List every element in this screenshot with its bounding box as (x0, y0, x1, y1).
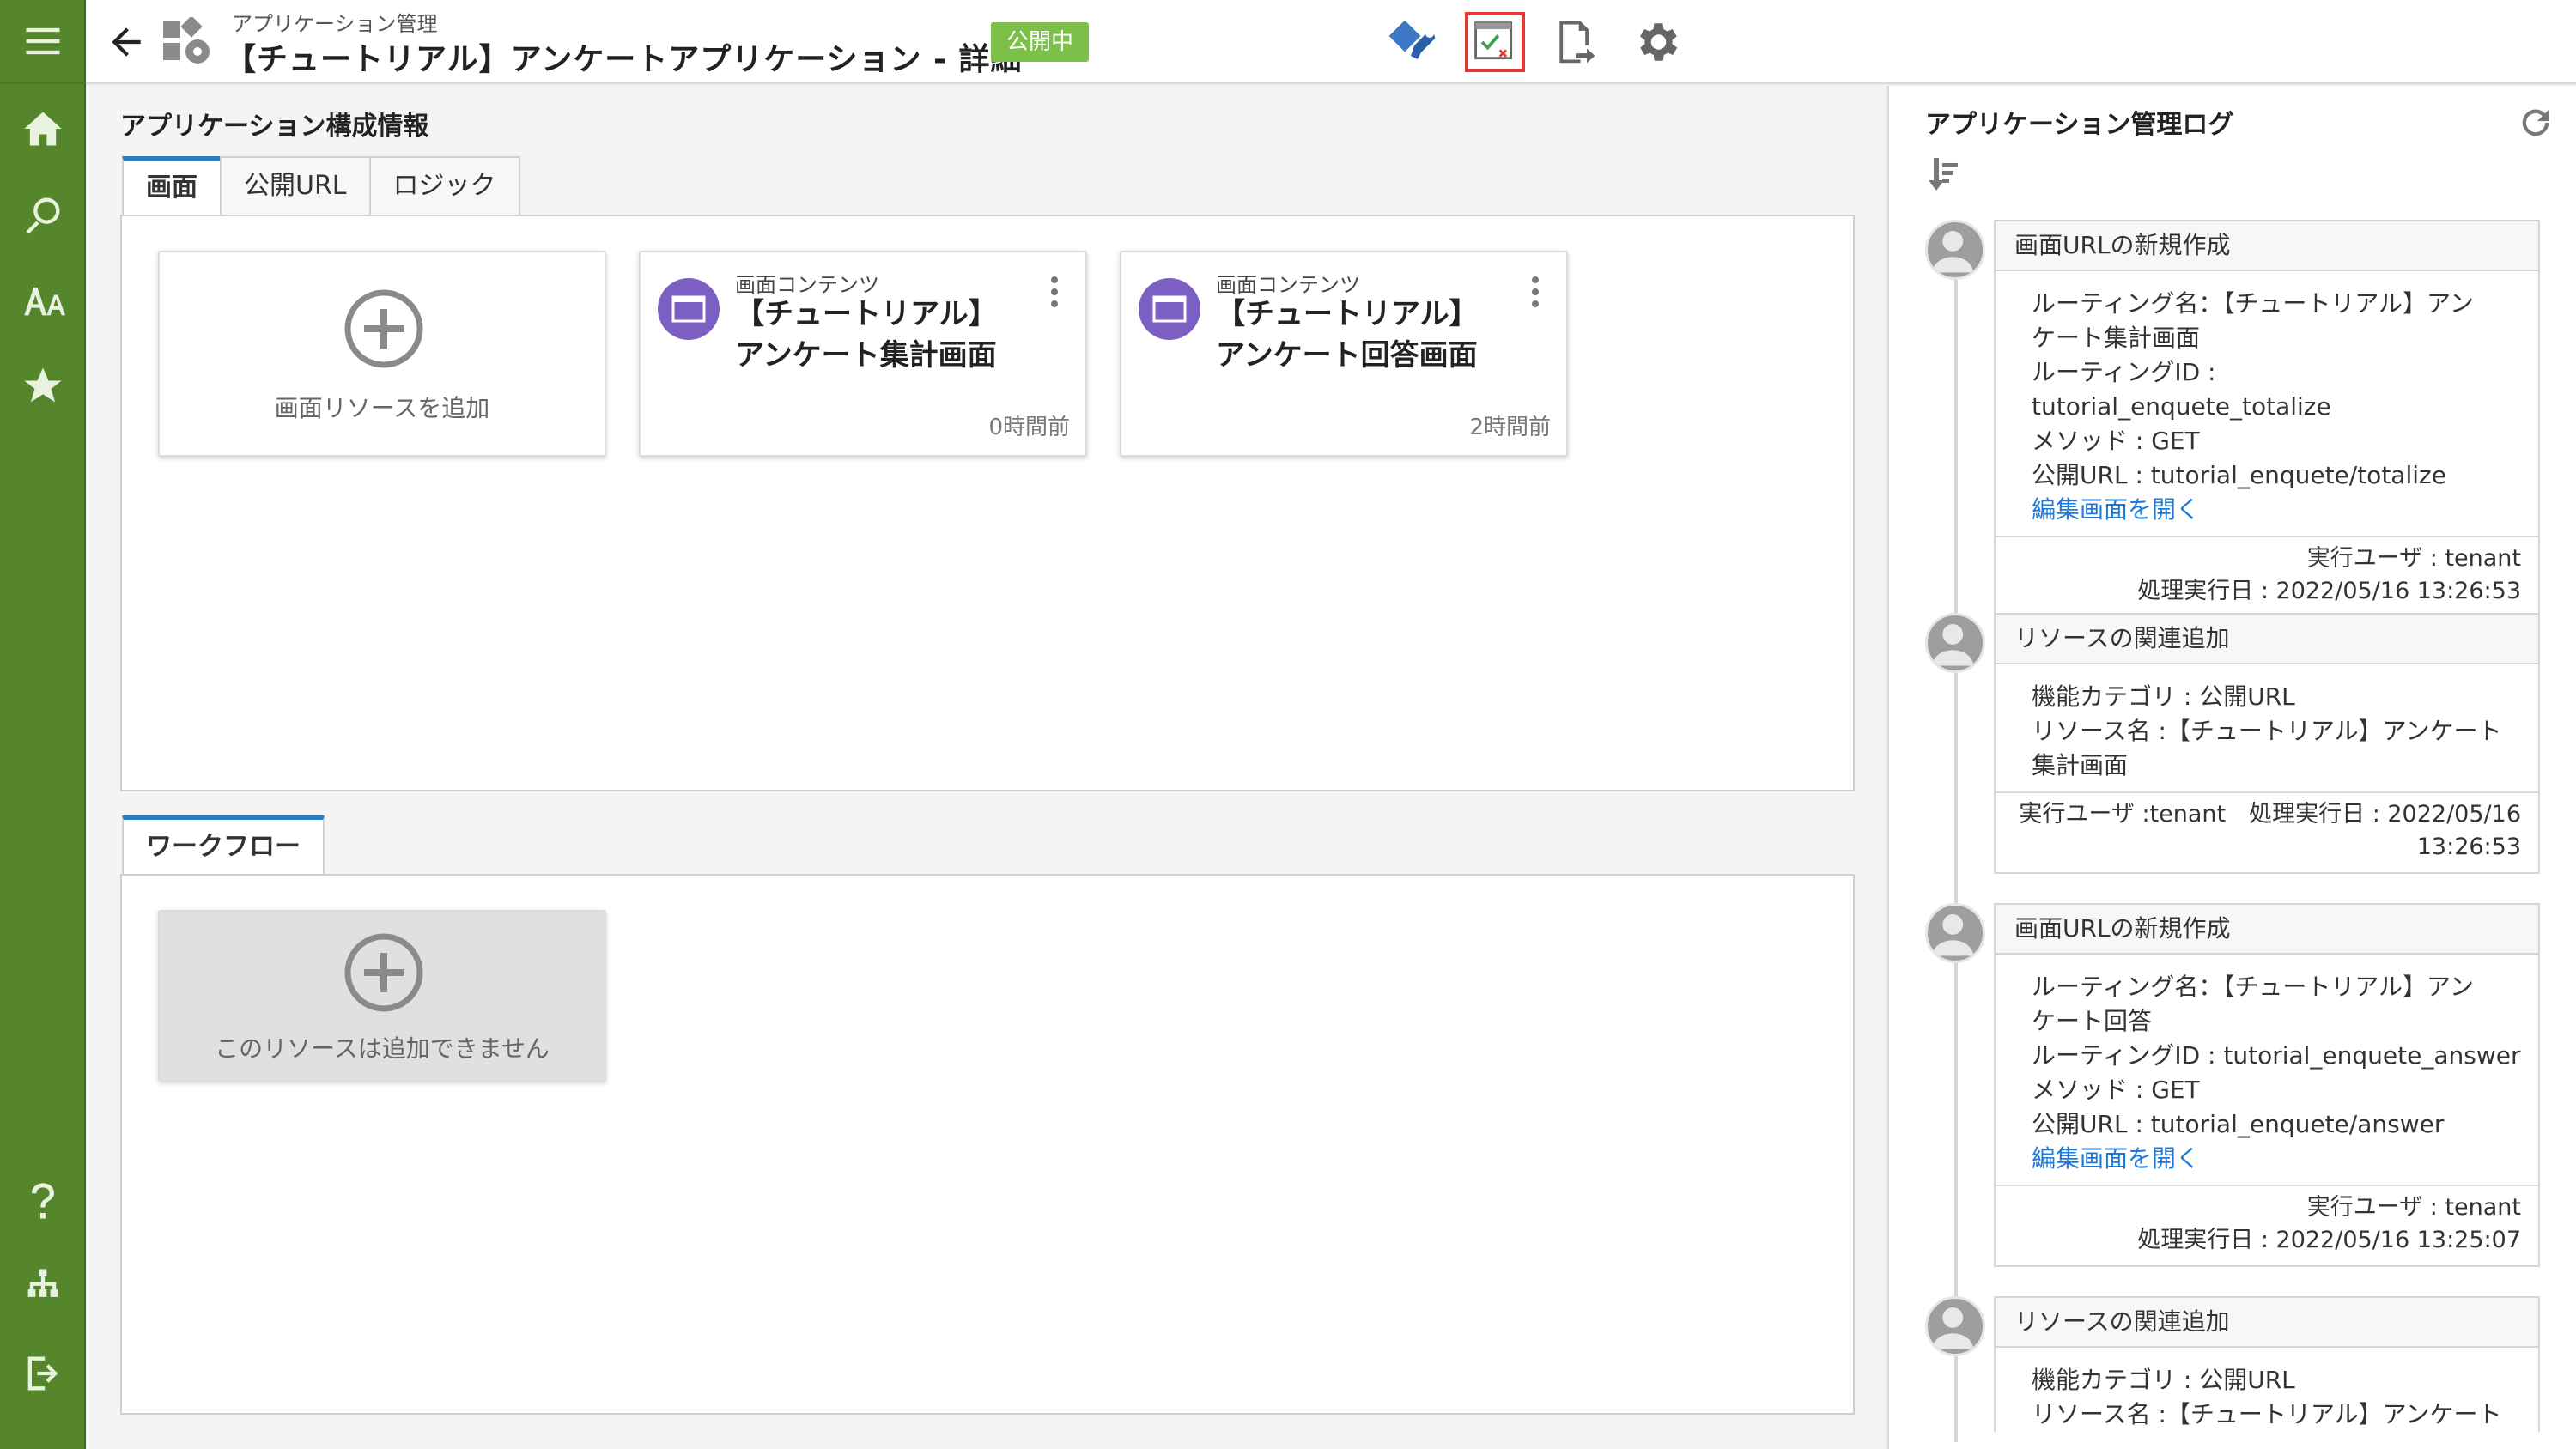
resource-card[interactable]: 画面コンテンツ 【チュートリアル】 アンケート集計画面 0時間前 (639, 251, 1087, 457)
refresh-icon[interactable] (2516, 103, 2555, 142)
tab-public-url[interactable]: 公開URL (220, 156, 371, 216)
user-avatar-icon (1925, 903, 1985, 963)
add-screen-resource-label: 画面リソースを追加 (274, 394, 490, 422)
workflow-disabled-card: このリソースは追加できません (158, 910, 606, 1082)
log-entry: 画面URLの新規作成 ルーティング名：【チュートリアル】アン ケート回答 ルーテ… (1994, 903, 2540, 1267)
page-title: 【チュートリアル】アンケートアプリケーション - 詳細 (225, 42, 1023, 77)
log-entry-body: ルーティング名：【チュートリアル】アン ケート集計画面 ルーティングID : t… (1996, 271, 2538, 527)
star-icon[interactable] (0, 343, 86, 429)
menu-icon[interactable] (0, 0, 86, 84)
resource-timestamp: 0時間前 (988, 415, 1070, 440)
application-gear-icon (161, 15, 215, 69)
log-timeline (1954, 240, 1958, 1442)
config-panel: 画面リソースを追加 画面コンテンツ 【チュートリアル】 アンケート集計画面 0時… (120, 215, 1855, 791)
log-entry-title: リソースの関連追加 (1996, 1298, 2538, 1348)
back-arrow-icon[interactable] (105, 21, 148, 64)
resource-name: 【チュートリアル】 アンケート回答画面 (1216, 297, 1479, 373)
workflow-disabled-label: このリソースは追加できません (215, 1034, 550, 1063)
status-badge: 公開中 (991, 22, 1090, 62)
log-entry-title: リソースの関連追加 (1996, 615, 2538, 664)
resource-name: 【チュートリアル】 アンケート集計画面 (735, 297, 998, 373)
search-icon[interactable] (0, 172, 86, 258)
logout-icon[interactable] (0, 1331, 86, 1416)
log-entry-footer: 実行ユーザ : tenant 処理実行日 : 2022/05/16 13:25:… (1996, 1185, 2538, 1265)
log-entry: リソースの関連追加 機能カテゴリ : 公開URL リソース名 :【チュートリアル… (1994, 613, 2540, 874)
log-entry: リソースの関連追加 機能カテゴリ : 公開URL リソース名 :【チュートリアル… (1994, 1296, 2540, 1432)
user-avatar-icon (1925, 1296, 1985, 1356)
log-entry-body: ルーティング名：【チュートリアル】アン ケート回答 ルーティングID : tut… (1996, 955, 2538, 1176)
more-vertical-icon[interactable] (1530, 275, 1540, 309)
add-screen-resource-card[interactable]: 画面リソースを追加 (158, 251, 606, 457)
help-icon[interactable] (0, 1159, 86, 1245)
log-entry-footer: 実行ユーザ : tenant 処理実行日 : 2022/05/16 13:26:… (1996, 536, 2538, 616)
screen-content-icon (1139, 278, 1200, 340)
font-size-icon[interactable] (0, 258, 86, 343)
home-icon[interactable] (0, 86, 86, 172)
breadcrumb[interactable]: アプリケーション管理 (232, 7, 438, 37)
settings-tool-icon[interactable] (1384, 12, 1444, 72)
config-section-title: アプリケーション構成情報 (120, 112, 429, 142)
log-entry-title: 画面URLの新規作成 (1996, 221, 2538, 271)
resource-timestamp: 2時間前 (1469, 415, 1551, 440)
sitemap-icon[interactable] (0, 1245, 86, 1331)
workflow-tabs: ワークフロー (122, 815, 325, 876)
log-entry-footer: 実行ユーザ :tenant 処理実行日 : 2022/05/16 13:26:5… (1996, 791, 2538, 872)
release-check-icon[interactable] (1465, 12, 1525, 72)
page-header: アプリケーション管理 【チュートリアル】アンケートアプリケーション - 詳細 公… (86, 0, 2576, 84)
resource-card[interactable]: 画面コンテンツ 【チュートリアル】 アンケート回答画面 2時間前 (1120, 251, 1568, 457)
screen-content-icon (658, 278, 720, 340)
main-content: アプリケーション構成情報 画面 公開URL ロジック 画面リソースを追加 画面コ… (86, 86, 1886, 1449)
tab-logic[interactable]: ロジック (368, 156, 520, 216)
config-tabs: 画面 公開URL ロジック (122, 156, 520, 216)
workflow-panel: このリソースは追加できません (120, 874, 1855, 1415)
tab-workflow[interactable]: ワークフロー (122, 815, 325, 876)
add-circle-icon (343, 932, 424, 1013)
open-editor-link[interactable]: 編集画面を開く (2032, 493, 2521, 527)
sidebar (0, 0, 86, 1449)
user-avatar-icon (1925, 613, 1985, 673)
sort-descending-icon[interactable] (1927, 156, 1961, 192)
export-icon[interactable] (1546, 12, 1606, 72)
log-entry-title: 画面URLの新規作成 (1996, 905, 2538, 955)
add-circle-icon (343, 288, 424, 369)
gear-icon[interactable] (1626, 12, 1686, 72)
open-editor-link[interactable]: 編集画面を開く (2032, 1142, 2521, 1176)
log-pane: アプリケーション管理ログ 画面URLの新規作成 ルーティング名：【チュートリアル… (1887, 86, 2576, 1449)
log-title: アプリケーション管理ログ (1925, 110, 2234, 140)
log-entry: 画面URLの新規作成 ルーティング名：【チュートリアル】アン ケート集計画面 ル… (1994, 220, 2540, 618)
tab-screen[interactable]: 画面 (122, 156, 222, 216)
log-entry-body: 機能カテゴリ : 公開URL リソース名 :【チュートリアル】アンケート (2032, 1366, 2502, 1428)
log-entry-body: 機能カテゴリ : 公開URL リソース名 :【チュートリアル】アンケート 集計画… (2032, 682, 2502, 779)
more-vertical-icon[interactable] (1049, 275, 1060, 309)
user-avatar-icon (1925, 220, 1985, 280)
